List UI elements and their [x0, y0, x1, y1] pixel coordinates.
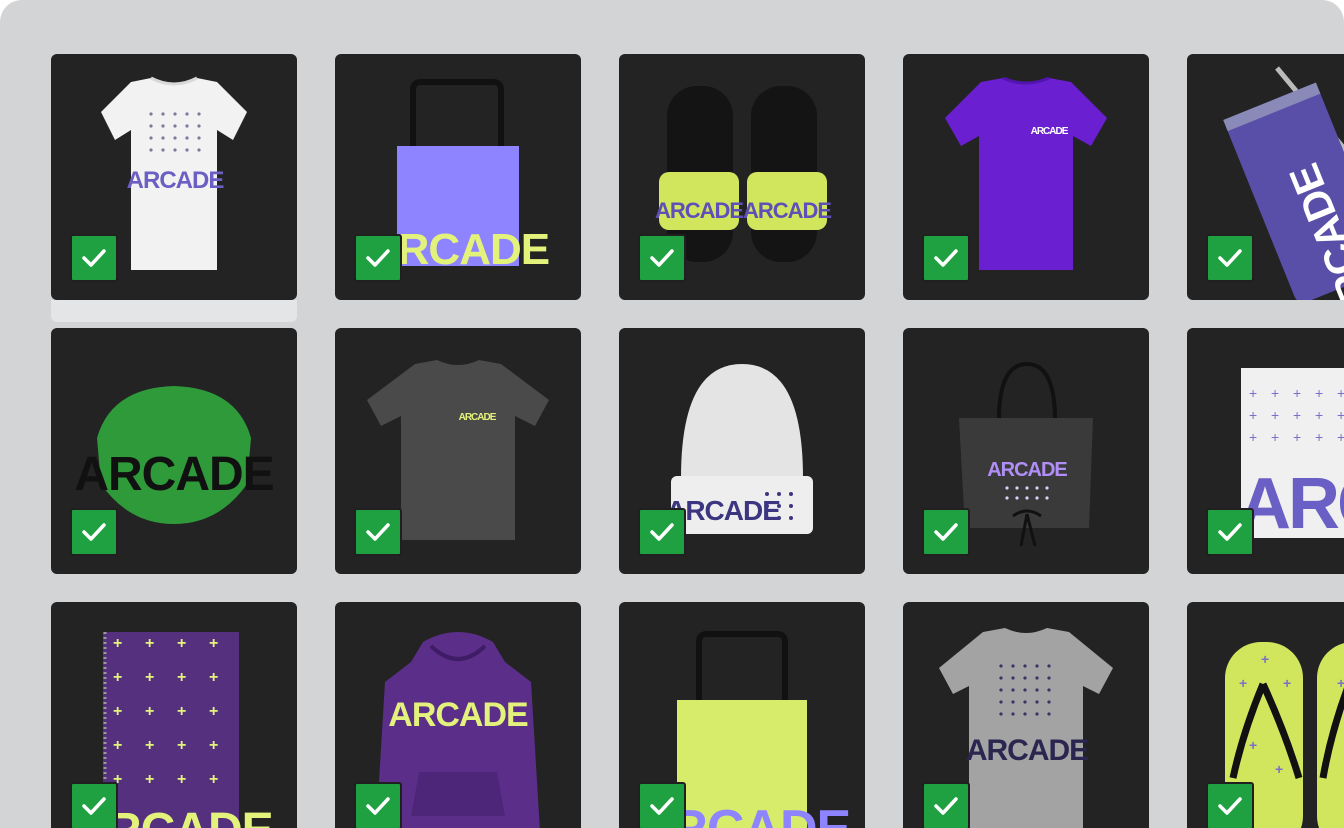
- product-tile-lavender-tote-bag[interactable]: ARCADE: [335, 54, 581, 300]
- checkmark-icon[interactable]: [70, 234, 118, 282]
- svg-text:+: +: [1261, 651, 1269, 667]
- checkmark-icon[interactable]: [354, 782, 402, 828]
- svg-text:+: +: [1271, 429, 1279, 445]
- checkmark-icon[interactable]: [354, 234, 402, 282]
- svg-text:+: +: [209, 703, 218, 720]
- svg-text:+: +: [209, 669, 218, 686]
- svg-text:+: +: [1337, 429, 1344, 445]
- svg-text:+: +: [209, 635, 218, 652]
- product-label: ARCADE: [966, 734, 1088, 767]
- svg-text:+: +: [209, 771, 218, 788]
- svg-text:+: +: [1271, 385, 1279, 401]
- svg-text:+: +: [1293, 429, 1301, 445]
- product-tile-lime-flip-flops[interactable]: + + + + + +: [1187, 602, 1344, 828]
- svg-text:+: +: [209, 737, 218, 754]
- product-tile-lime-slides[interactable]: ARCADE ARCADE: [619, 54, 865, 300]
- product-label: ARCADE: [1239, 464, 1344, 544]
- product-label: ARCADE: [74, 448, 273, 501]
- product-tile-green-face-mask[interactable]: ARCADE: [51, 328, 297, 574]
- product-tile-charcoal-tshirt[interactable]: ARCADE: [335, 328, 581, 574]
- checkmark-icon[interactable]: [638, 508, 686, 556]
- svg-text:+: +: [177, 737, 186, 754]
- svg-text:+: +: [1249, 385, 1257, 401]
- product-tile-purple-tumbler[interactable]: ARCADE: [1187, 54, 1344, 300]
- svg-text:+: +: [1293, 385, 1301, 401]
- svg-text:+: +: [1283, 675, 1291, 691]
- product-tile-purple-tshirt[interactable]: ARCADE: [903, 54, 1149, 300]
- checkmark-icon[interactable]: [1206, 782, 1254, 828]
- svg-text:+: +: [145, 737, 154, 754]
- svg-text:+: +: [1249, 429, 1257, 445]
- svg-text:+: +: [1337, 385, 1344, 401]
- svg-text:+: +: [145, 771, 154, 788]
- svg-text:+: +: [1271, 407, 1279, 423]
- product-label: ARCADE: [743, 198, 831, 223]
- product-tile-white-beanie[interactable]: ARCADE: [619, 328, 865, 574]
- checkmark-icon[interactable]: [1206, 234, 1254, 282]
- product-tile-purple-hoodie[interactable]: ARCADE: [335, 602, 581, 828]
- svg-text:+: +: [177, 703, 186, 720]
- svg-text:+: +: [145, 703, 154, 720]
- svg-text:+: +: [145, 669, 154, 686]
- svg-text:+: +: [1249, 407, 1257, 423]
- svg-text:+: +: [113, 737, 122, 754]
- svg-text:+: +: [145, 635, 154, 652]
- product-tile-grey-tshirt[interactable]: ARCADE: [903, 602, 1149, 828]
- svg-text:+: +: [113, 703, 122, 720]
- svg-text:+: +: [177, 635, 186, 652]
- product-label: ARCADE: [655, 198, 743, 223]
- product-tile-black-apron[interactable]: ARCADE: [903, 328, 1149, 574]
- product-label: ARCADE: [459, 412, 497, 423]
- product-tile-purple-notebook[interactable]: ++++ ++++ ++++ ++++ ++++ ARCADE: [51, 602, 297, 828]
- checkmark-icon[interactable]: [70, 508, 118, 556]
- checkmark-icon[interactable]: [638, 234, 686, 282]
- svg-text:+: +: [1315, 407, 1323, 423]
- product-tile-white-tshirt[interactable]: ARCADE: [51, 54, 297, 300]
- product-label: ARCADE: [1031, 126, 1069, 137]
- svg-text:+: +: [1293, 407, 1301, 423]
- svg-text:+: +: [1315, 429, 1323, 445]
- checkmark-icon[interactable]: [1206, 508, 1254, 556]
- checkmark-icon[interactable]: [354, 508, 402, 556]
- product-label: ARCADE: [127, 167, 225, 194]
- product-grid-panel: ARCADE ARCADE ARCADE ARCADE ARCADE ARCAD…: [0, 0, 1344, 828]
- svg-text:+: +: [177, 669, 186, 686]
- product-tile-white-drawstring-bag[interactable]: + + + + + + + + + + + + + + + ARCADE: [1187, 328, 1344, 574]
- checkmark-icon[interactable]: [922, 234, 970, 282]
- svg-text:+: +: [113, 635, 122, 652]
- checkmark-icon[interactable]: [638, 782, 686, 828]
- checkmark-icon[interactable]: [922, 508, 970, 556]
- product-tile-lime-tote-bag[interactable]: ARCADE: [619, 602, 865, 828]
- svg-text:+: +: [1239, 675, 1247, 691]
- svg-text:+: +: [1315, 385, 1323, 401]
- product-label: ARCADE: [987, 459, 1067, 481]
- checkmark-icon[interactable]: [922, 782, 970, 828]
- svg-text:+: +: [1337, 407, 1344, 423]
- svg-text:+: +: [1275, 761, 1283, 777]
- svg-text:+: +: [1337, 675, 1344, 691]
- checkmark-icon[interactable]: [70, 782, 118, 828]
- svg-text:+: +: [1249, 737, 1257, 753]
- svg-text:+: +: [113, 669, 122, 686]
- tile-hover-shadow: [51, 300, 297, 322]
- svg-text:+: +: [177, 771, 186, 788]
- product-label: ARCADE: [388, 696, 528, 734]
